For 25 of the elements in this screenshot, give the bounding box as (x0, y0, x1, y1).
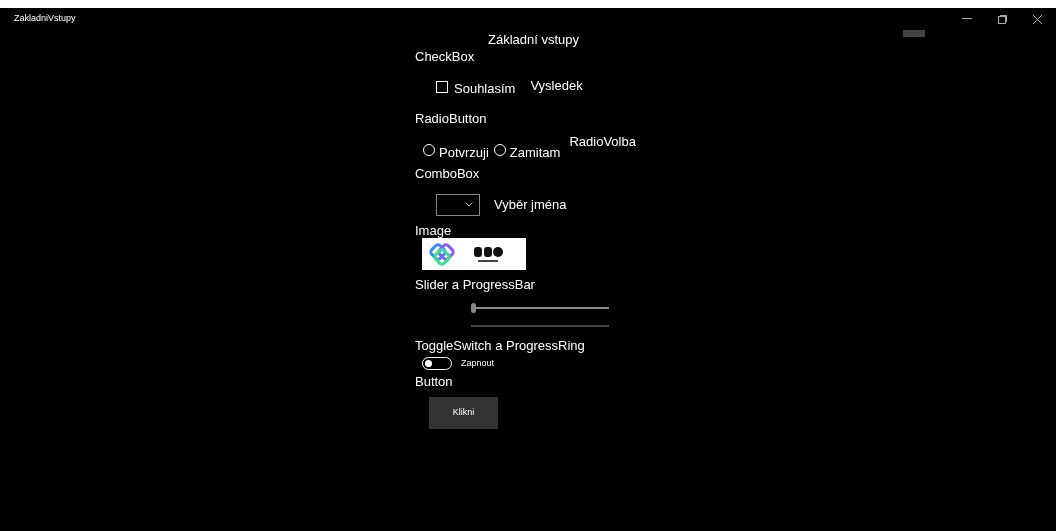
combo-box[interactable] (436, 193, 480, 216)
result-text: RadioVolba (569, 133, 636, 151)
result-text: Vyběr jména (494, 195, 567, 214)
section-label: Image (415, 221, 453, 240)
minimize-icon[interactable] (962, 18, 972, 20)
page-heading: Základní vstupy (488, 31, 581, 49)
toggle-label: Zapnout (461, 356, 495, 370)
section-label: RadioButton (415, 110, 488, 128)
radio-label: Potvrzuji (439, 144, 489, 162)
window-title: ZakladniVstupy (14, 12, 76, 26)
checkbox-label: Souhlasím (454, 80, 516, 99)
section-label: CheckBox (415, 48, 476, 66)
slider-track[interactable] (471, 302, 609, 313)
close-icon[interactable] (1033, 14, 1042, 24)
result-text: Vysledek (530, 77, 583, 96)
radio-label: Zamitam (509, 144, 561, 162)
chevron-down-icon (465, 202, 473, 207)
section-label: Button (415, 373, 454, 391)
maximize-icon[interactable] (998, 14, 1007, 24)
klikni-button[interactable]: Klikni (429, 397, 498, 429)
slider-thumb[interactable] (471, 302, 476, 313)
section-label: ToggleSwitch a ProgressRing (415, 336, 586, 355)
section-label: ComboBox (415, 164, 481, 183)
checkbox[interactable] (436, 81, 448, 93)
section-label: Slider a ProgressBar (415, 275, 536, 294)
